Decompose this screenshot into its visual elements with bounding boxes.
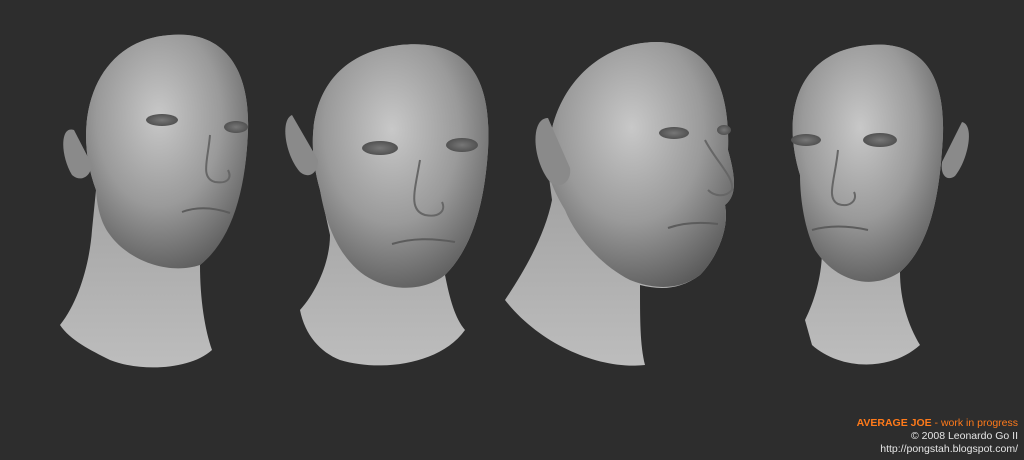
head-render-4 <box>791 44 969 365</box>
caption-url[interactable]: http://pongstah.blogspot.com/ <box>857 443 1018 456</box>
caption-subtitle: - work in progress <box>931 417 1018 429</box>
eye-right <box>446 138 478 152</box>
render-canvas: AVERAGE JOE - work in progress © 2008 Le… <box>0 0 1024 460</box>
eye-left <box>659 127 689 139</box>
ear-icon <box>941 122 969 179</box>
head-render-3 <box>505 41 734 366</box>
caption-title: AVERAGE JOE <box>856 417 932 429</box>
eye-right <box>224 121 248 133</box>
caption-block: AVERAGE JOE - work in progress © 2008 Le… <box>857 417 1018 456</box>
eye-left <box>791 134 821 146</box>
caption-copyright: © 2008 Leonardo Go II <box>911 430 1018 442</box>
caption-title-line: AVERAGE JOE - work in progress <box>857 417 1018 430</box>
eye-left <box>146 114 178 126</box>
eye-left <box>362 141 398 155</box>
sculpt-renders <box>60 34 969 368</box>
head-render-1 <box>60 34 249 368</box>
eye-right <box>717 125 731 135</box>
head-render-2 <box>285 44 489 366</box>
eye-right <box>863 133 897 147</box>
